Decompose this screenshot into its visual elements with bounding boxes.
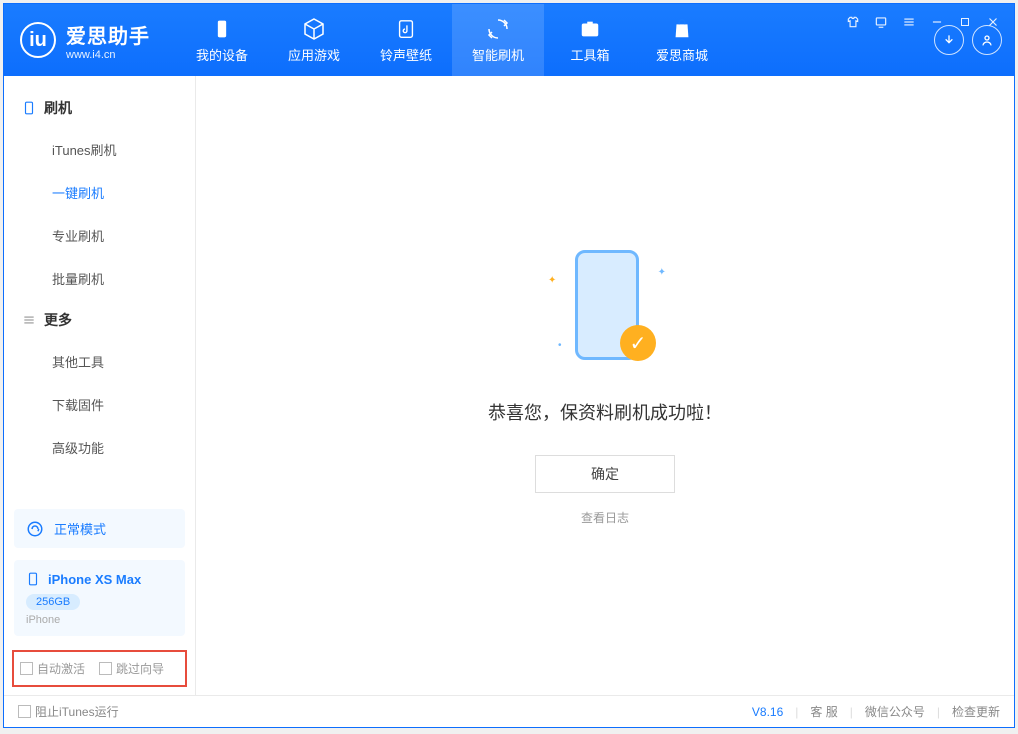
list-icon xyxy=(22,313,36,327)
checkbox-icon xyxy=(18,705,31,718)
check-icon: ✓ xyxy=(620,325,656,361)
briefcase-icon xyxy=(578,17,602,41)
support-link[interactable]: 客 服 xyxy=(810,703,837,720)
close-button[interactable] xyxy=(984,13,1002,31)
device-type: iPhone xyxy=(26,614,173,626)
nav-label: 智能刷机 xyxy=(472,45,524,64)
skin-icon[interactable] xyxy=(844,13,862,31)
sidebar: 刷机 iTunes刷机 一键刷机 专业刷机 批量刷机 更多 其他工具 下载固件 … xyxy=(4,76,196,695)
menu-icon[interactable] xyxy=(900,13,918,31)
music-icon xyxy=(394,17,418,41)
mode-label: 正常模式 xyxy=(54,519,106,538)
device-name-label: iPhone XS Max xyxy=(48,572,141,587)
wechat-link[interactable]: 微信公众号 xyxy=(865,703,925,720)
sidebar-item-other-tools[interactable]: 其他工具 xyxy=(4,340,195,383)
sidebar-item-onekey-flash[interactable]: 一键刷机 xyxy=(4,171,195,214)
nav-my-device[interactable]: 我的设备 xyxy=(176,4,268,76)
success-illustration: ✦ ✦ • ✓ xyxy=(540,245,670,375)
group-label: 更多 xyxy=(44,310,72,330)
checkbox-icon xyxy=(99,662,112,675)
checkbox-label: 自动激活 xyxy=(37,660,85,677)
sidebar-group-flash: 刷机 xyxy=(4,88,195,128)
check-update-link[interactable]: 检查更新 xyxy=(952,703,1000,720)
nav-toolbox[interactable]: 工具箱 xyxy=(544,4,636,76)
nav-label: 铃声壁纸 xyxy=(380,45,432,64)
checkbox-skip-guide[interactable]: 跳过向导 xyxy=(99,660,164,677)
sidebar-item-advanced[interactable]: 高级功能 xyxy=(4,426,195,469)
nav-apps[interactable]: 应用游戏 xyxy=(268,4,360,76)
nav-label: 工具箱 xyxy=(570,45,609,64)
group-label: 刷机 xyxy=(44,98,72,118)
checkbox-label: 阻止iTunes运行 xyxy=(35,703,119,720)
success-message: 恭喜您，保资料刷机成功啦！ xyxy=(488,399,722,425)
main-content: ✦ ✦ • ✓ 恭喜您，保资料刷机成功啦！ 确定 查看日志 xyxy=(196,76,1014,695)
storage-badge: 256GB xyxy=(26,594,80,610)
cube-icon xyxy=(302,17,326,41)
feedback-icon[interactable] xyxy=(872,13,890,31)
ok-button[interactable]: 确定 xyxy=(535,455,675,493)
view-log-link[interactable]: 查看日志 xyxy=(581,509,629,526)
refresh-icon xyxy=(486,17,510,41)
sparkle-icon: ✦ xyxy=(658,267,666,278)
sidebar-item-itunes-flash[interactable]: iTunes刷机 xyxy=(4,128,195,171)
phone-icon xyxy=(22,99,36,117)
nav-label: 我的设备 xyxy=(196,45,248,64)
nav-label: 应用游戏 xyxy=(288,45,340,64)
sidebar-item-batch-flash[interactable]: 批量刷机 xyxy=(4,257,195,300)
sparkle-icon: • xyxy=(558,340,562,351)
maximize-button[interactable] xyxy=(956,13,974,31)
checkbox-label: 跳过向导 xyxy=(116,660,164,677)
window-controls xyxy=(844,8,1002,36)
device-mode-card[interactable]: 正常模式 xyxy=(14,509,185,548)
phone-icon xyxy=(26,570,40,588)
footer: 阻止iTunes运行 V8.16 | 客 服 | 微信公众号 | 检查更新 xyxy=(4,695,1014,727)
checkbox-block-itunes[interactable]: 阻止iTunes运行 xyxy=(18,703,119,720)
sidebar-item-pro-flash[interactable]: 专业刷机 xyxy=(4,214,195,257)
nav-ringtone[interactable]: 铃声壁纸 xyxy=(360,4,452,76)
nav-store[interactable]: 爱思商城 xyxy=(636,4,728,76)
checkbox-icon xyxy=(20,662,33,675)
sync-icon xyxy=(26,520,44,538)
nav-label: 爱思商城 xyxy=(656,45,708,64)
logo-icon: iu xyxy=(20,22,56,58)
sidebar-group-more: 更多 xyxy=(4,300,195,340)
sparkle-icon: ✦ xyxy=(548,275,556,286)
device-icon xyxy=(210,17,234,41)
bag-icon xyxy=(670,17,694,41)
highlighted-options: 自动激活 跳过向导 xyxy=(12,650,187,687)
minimize-button[interactable] xyxy=(928,13,946,31)
sidebar-item-download-firmware[interactable]: 下载固件 xyxy=(4,383,195,426)
logo: iu 爱思助手 www.i4.cn xyxy=(4,20,166,61)
checkbox-auto-activate[interactable]: 自动激活 xyxy=(20,660,85,677)
nav-flash[interactable]: 智能刷机 xyxy=(452,4,544,76)
titlebar: iu 爱思助手 www.i4.cn 我的设备 应用游戏 铃声壁纸 智能刷机 xyxy=(4,4,1014,76)
app-title: 爱思助手 xyxy=(66,20,150,49)
version-label: V8.16 xyxy=(752,705,783,719)
device-card[interactable]: iPhone XS Max 256GB iPhone xyxy=(14,560,185,636)
top-nav: 我的设备 应用游戏 铃声壁纸 智能刷机 工具箱 爱思商城 xyxy=(176,4,728,76)
app-url: www.i4.cn xyxy=(66,49,150,61)
